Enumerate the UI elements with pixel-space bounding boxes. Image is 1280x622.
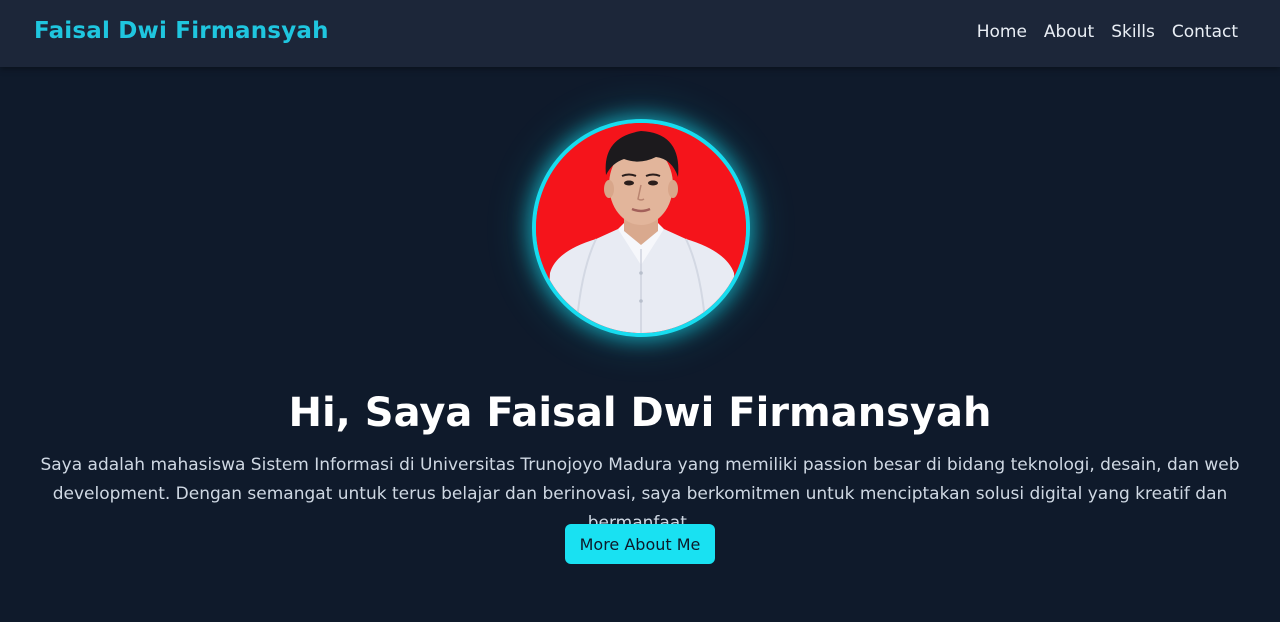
brand-logo[interactable]: Faisal Dwi Firmansyah [34,18,329,44]
nav-links: Home About Skills Contact [977,22,1238,42]
nav-link-skills[interactable]: Skills [1111,22,1155,42]
profile-avatar [532,119,750,337]
nav-link-home[interactable]: Home [977,22,1027,42]
nav-link-contact[interactable]: Contact [1172,22,1238,42]
more-about-me-button[interactable]: More About Me [565,524,715,564]
nav-link-about[interactable]: About [1044,22,1094,42]
hero-section: Hi, Saya Faisal Dwi Firmansyah Saya adal… [0,67,1280,622]
hero-title: Hi, Saya Faisal Dwi Firmansyah [288,389,992,436]
navbar: Faisal Dwi Firmansyah Home About Skills … [0,0,1280,67]
profile-photo [536,123,746,333]
